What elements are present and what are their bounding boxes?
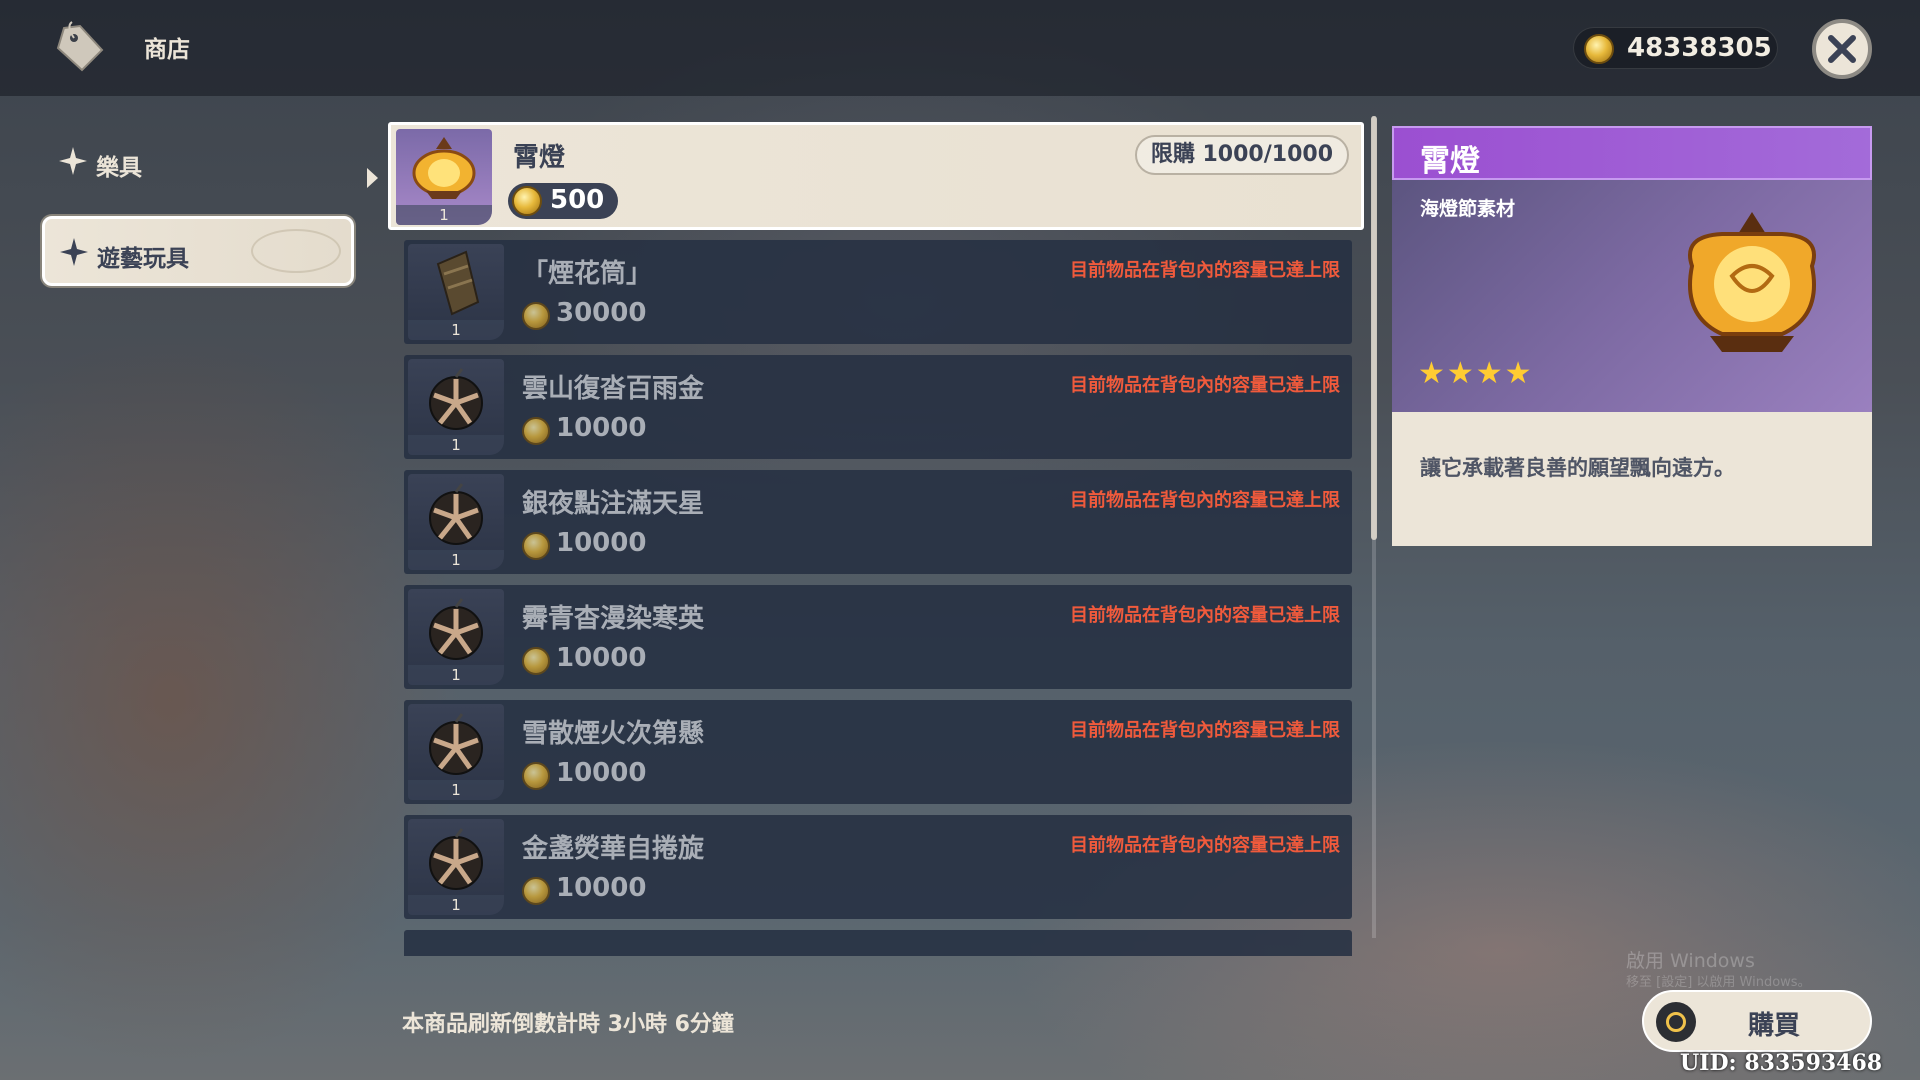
confirm-ring-icon: [1656, 1002, 1696, 1042]
mora-coin-icon: [522, 302, 550, 330]
detail-art: 海燈節素材 ★★★★: [1392, 180, 1872, 412]
sidebar-item-label: 樂具: [96, 155, 142, 181]
list-item[interactable]: 1 雪散煙火次第懸 10000 目前物品在背包內的容量已達上限: [404, 700, 1352, 804]
windows-activation-subtext: 移至 [設定] 以啟用 Windows。: [1626, 975, 1811, 990]
list-item[interactable]: 1 金盞熒華自捲旋 10000 目前物品在背包內的容量已達上限: [404, 815, 1352, 919]
item-thumbnail: 1: [408, 589, 504, 685]
mora-coin-icon: [522, 647, 550, 675]
capacity-warning: 目前物品在背包內的容量已達上限: [1070, 605, 1340, 626]
four-point-star-icon: [60, 238, 88, 266]
mora-coin-icon: [522, 532, 550, 560]
sidebar-item-toys[interactable]: 遊藝玩具: [42, 216, 354, 286]
four-point-star-icon: [59, 147, 87, 175]
sidebar-item-instruments[interactable]: 樂具: [50, 130, 310, 196]
page-title: 商店: [144, 37, 190, 63]
firework-ball-icon: [429, 828, 483, 890]
item-thumbnail: 1: [408, 359, 504, 455]
firework-ball-icon: [429, 368, 483, 430]
capacity-warning: 目前物品在背包內的容量已達上限: [1070, 375, 1340, 396]
item-thumbnail: 1: [408, 819, 504, 915]
item-name: 霽青杳漫染寒英: [522, 604, 705, 634]
item-price: 10000: [556, 528, 647, 558]
item-name: 雲山復沓百雨金: [522, 374, 705, 404]
list-item-selected[interactable]: 1 霄燈 500 限購 1000/1000: [388, 122, 1364, 230]
capacity-warning: 目前物品在背包內的容量已達上限: [1070, 835, 1340, 856]
item-thumbnail: 1: [408, 474, 504, 570]
currency-display: 48338305: [1573, 27, 1778, 69]
item-thumbnail: 1: [396, 129, 492, 225]
item-quantity: 1: [408, 550, 504, 570]
mora-coin-icon: [1584, 34, 1614, 64]
item-quantity: 1: [396, 205, 492, 225]
item-price: 500: [550, 185, 605, 215]
purchase-limit-badge: 限購 1000/1000: [1134, 135, 1349, 175]
item-name: 銀夜點注滿天星: [522, 489, 705, 519]
refresh-countdown: 本商品刷新倒數計時 3小時 6分鐘: [402, 1012, 734, 1037]
lantern-icon: [1688, 212, 1816, 352]
currency-amount: 48338305: [1627, 33, 1772, 63]
item-thumbnail: 1: [408, 244, 504, 340]
list-item[interactable]: 1 雲山復沓百雨金 10000 目前物品在背包內的容量已達上限: [404, 355, 1352, 459]
list-item-partial[interactable]: [404, 930, 1352, 956]
list-item[interactable]: 1 「煙花筒」 30000 目前物品在背包內的容量已達上限: [404, 240, 1352, 344]
item-quantity: 1: [408, 435, 504, 455]
buy-button[interactable]: 購買: [1642, 990, 1872, 1052]
item-quantity: 1: [408, 320, 504, 340]
capacity-warning: 目前物品在背包內的容量已達上限: [1070, 490, 1340, 511]
mora-coin-icon: [522, 762, 550, 790]
firework-tube-icon: [436, 250, 480, 316]
item-price-pill: 500: [508, 183, 618, 219]
shop-tag-icon: [50, 20, 106, 76]
item-name: 雪散煙火次第懸: [522, 719, 705, 749]
list-item[interactable]: 1 霽青杳漫染寒英 10000 目前物品在背包內的容量已達上限: [404, 585, 1352, 689]
item-price: 10000: [556, 413, 647, 443]
item-price: 30000: [556, 298, 647, 328]
detail-description-box: 讓它承載著良善的願望飄向遠方。: [1392, 412, 1872, 546]
mora-coin-icon: [522, 417, 550, 445]
firework-ball-icon: [429, 713, 483, 775]
mora-coin-icon: [522, 877, 550, 905]
firework-ball-icon: [429, 598, 483, 660]
windows-activation-watermark: 啟用 Windows: [1626, 950, 1755, 972]
list-item[interactable]: 1 銀夜點注滿天星 10000 目前物品在背包內的容量已達上限: [404, 470, 1352, 574]
item-price: 10000: [556, 758, 647, 788]
item-detail-panel: 霄燈 海燈節素材 ★★★★ 讓它承載著良善的願望飄向遠方。: [1392, 126, 1872, 546]
item-quantity: 1: [408, 895, 504, 915]
close-button[interactable]: [1812, 19, 1872, 79]
item-thumbnail: 1: [408, 704, 504, 800]
firework-ball-icon: [429, 483, 483, 545]
item-quantity: 1: [408, 665, 504, 685]
lantern-icon: [412, 137, 476, 199]
capacity-warning: 目前物品在背包內的容量已達上限: [1070, 720, 1340, 741]
rarity-stars: ★★★★: [1418, 356, 1534, 391]
item-description: 讓它承載著良善的願望飄向遠方。: [1420, 456, 1735, 480]
user-id: UID: 833593468: [1680, 1050, 1883, 1076]
mora-coin-icon: [512, 186, 542, 216]
detail-title: 霄燈: [1420, 144, 1480, 179]
item-name: 「煙花筒」: [522, 259, 653, 289]
chevron-right-icon: [367, 168, 378, 188]
item-name: 霄燈: [513, 143, 566, 173]
scrollbar-thumb[interactable]: [1371, 116, 1377, 540]
top-bar: 商店 48338305: [0, 0, 1920, 96]
buy-button-label: 購買: [1748, 1011, 1801, 1041]
capacity-warning: 目前物品在背包內的容量已達上限: [1070, 260, 1340, 281]
item-type: 海燈節素材: [1420, 198, 1516, 220]
close-icon: [1828, 35, 1856, 63]
sidebar-item-label: 遊藝玩具: [97, 246, 189, 272]
item-list[interactable]: 1 霄燈 500 限購 1000/1000 1 「煙花筒」 30000 目前物品…: [388, 122, 1368, 956]
decorative-swirl: [251, 229, 341, 273]
item-price: 10000: [556, 873, 647, 903]
item-name: 金盞熒華自捲旋: [522, 834, 705, 864]
item-price: 10000: [556, 643, 647, 673]
detail-header: 霄燈: [1392, 126, 1872, 180]
item-quantity: 1: [408, 780, 504, 800]
